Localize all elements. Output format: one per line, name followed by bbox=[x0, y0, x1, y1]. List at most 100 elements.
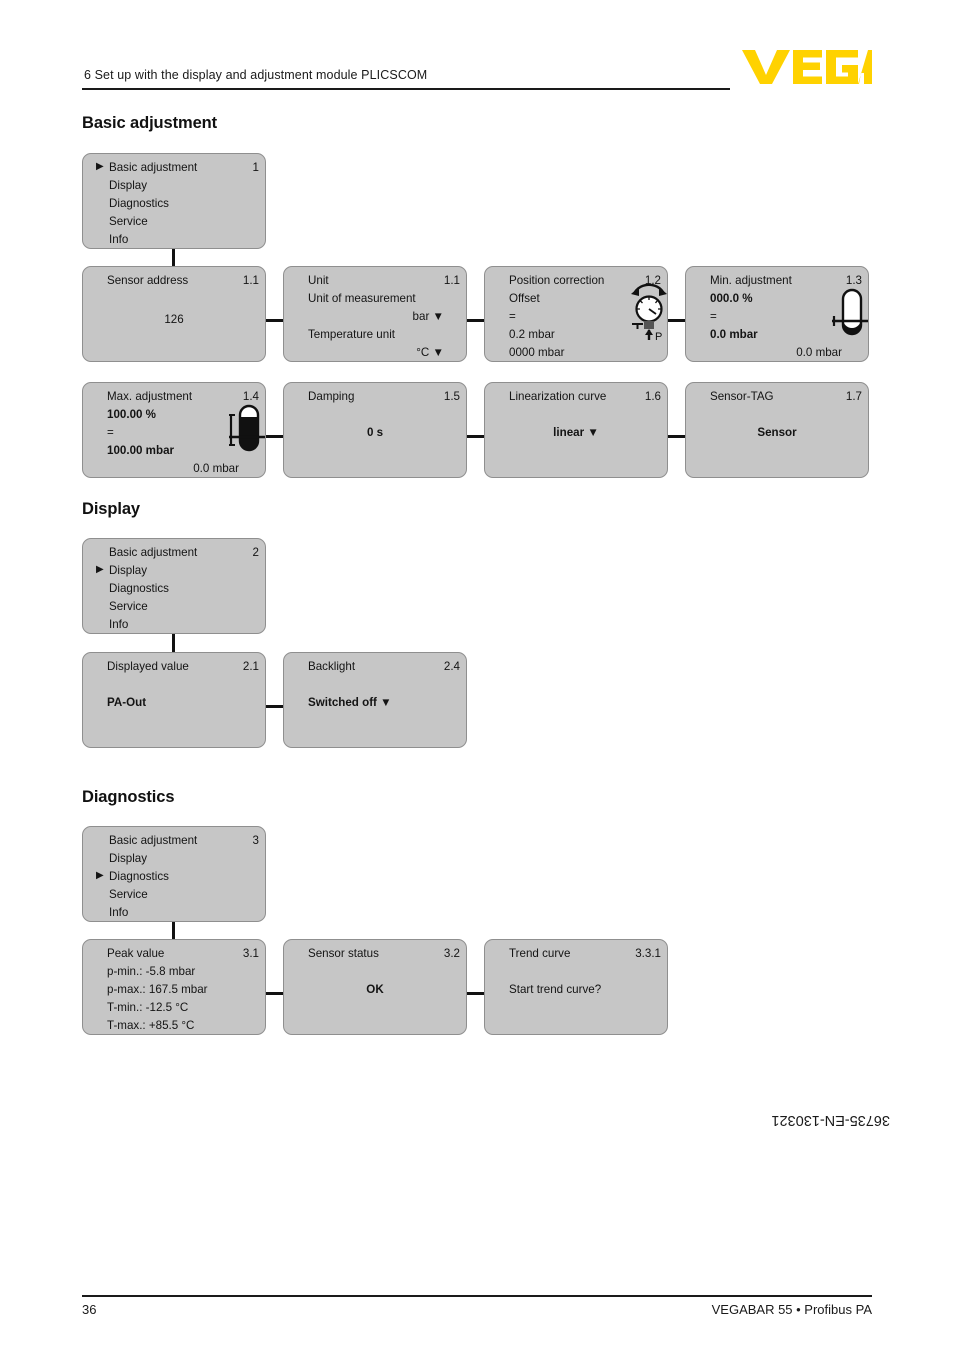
vega-logo bbox=[742, 50, 872, 84]
menu-number: 1 bbox=[252, 161, 259, 174]
box-line-pressure: 100.00 mbar bbox=[107, 444, 175, 457]
flow-box-position-correction[interactable]: 1.2 Position correction Offset = 0.2 mba… bbox=[484, 266, 668, 362]
box-number: 2.1 bbox=[242, 660, 259, 673]
menu-box-diagnostics[interactable]: 3 ▶ Basic adjustment Display Diagnostics… bbox=[82, 826, 266, 922]
connector-horizontal bbox=[266, 705, 283, 708]
connector-horizontal bbox=[668, 319, 685, 322]
box-title: Damping bbox=[308, 390, 355, 403]
box-line-offset-value: 0.2 mbar bbox=[509, 328, 555, 341]
menu-item-basic-adjustment[interactable]: Basic adjustment bbox=[109, 547, 197, 559]
box-value: 126 bbox=[164, 313, 184, 326]
menu-selection-arrow-icon: ▶ bbox=[96, 564, 104, 575]
box-number: 1.1 bbox=[443, 274, 460, 287]
connector-horizontal bbox=[467, 992, 484, 995]
menu-item-diagnostics[interactable]: Diagnostics bbox=[109, 871, 169, 883]
flow-box-linearization-curve[interactable]: 1.6 Linearization curve linear ▼ bbox=[484, 382, 668, 478]
section-title-display: Display bbox=[82, 500, 140, 518]
page-number: 36 bbox=[82, 1302, 97, 1317]
footer-rule bbox=[82, 1295, 872, 1297]
flow-box-sensor-status[interactable]: 3.2 Sensor status OK bbox=[283, 939, 467, 1035]
flow-box-sensor-tag[interactable]: 1.7 Sensor-TAG Sensor bbox=[685, 382, 869, 478]
page-header-chapter: 6 Set up with the display and adjustment… bbox=[84, 68, 428, 82]
box-line-equals: = bbox=[107, 426, 114, 439]
menu-item-info[interactable]: Info bbox=[109, 619, 128, 631]
flow-box-max-adjustment[interactable]: 1.4 Max. adjustment 100.00 % = 100.00 mb… bbox=[82, 382, 266, 478]
flow-box-backlight[interactable]: 2.4 Backlight Switched off ▼ bbox=[283, 652, 467, 748]
box-title: Position correction bbox=[509, 274, 605, 287]
box-title: Backlight bbox=[308, 660, 356, 673]
box-number: 3.1 bbox=[242, 947, 259, 960]
box-title: Sensor status bbox=[308, 947, 379, 960]
box-line-t-max: T-max.: +85.5 °C bbox=[107, 1019, 195, 1032]
box-line-raw-value: 0000 mbar bbox=[509, 346, 565, 359]
box-number: 1.5 bbox=[443, 390, 460, 403]
connector-vertical bbox=[172, 634, 175, 652]
menu-item-basic-adjustment[interactable]: Basic adjustment bbox=[109, 162, 197, 174]
flow-box-sensor-address[interactable]: 1.1 Sensor address 126 bbox=[82, 266, 266, 362]
box-line-t-min: T-min.: -12.5 °C bbox=[107, 1001, 189, 1014]
svg-text:P: P bbox=[655, 331, 662, 343]
menu-item-service[interactable]: Service bbox=[109, 889, 148, 901]
box-line-equals: = bbox=[710, 310, 717, 323]
connector-horizontal bbox=[266, 992, 283, 995]
box-line-p-min: p-min.: -5.8 mbar bbox=[107, 965, 196, 978]
box-number: 1.1 bbox=[242, 274, 259, 287]
flow-box-damping[interactable]: 1.5 Damping 0 s bbox=[283, 382, 467, 478]
box-title: Max. adjustment bbox=[107, 390, 193, 403]
document-page: 6 Set up with the display and adjustment… bbox=[0, 0, 954, 1354]
menu-item-service[interactable]: Service bbox=[109, 601, 148, 613]
box-line-actual: 0.0 mbar bbox=[796, 346, 842, 359]
menu-item-display[interactable]: Display bbox=[109, 565, 147, 577]
box-value[interactable]: linear ▼ bbox=[485, 427, 667, 439]
menu-item-diagnostics[interactable]: Diagnostics bbox=[109, 583, 169, 595]
flow-box-min-adjustment[interactable]: 1.3 Min. adjustment 000.0 % = 0.0 mbar 0… bbox=[685, 266, 869, 362]
connector-horizontal bbox=[266, 319, 283, 322]
box-number: 1.7 bbox=[845, 390, 862, 403]
connector-vertical bbox=[172, 922, 175, 939]
flow-box-unit[interactable]: 1.1 Unit Unit of measurement bar ▼ Tempe… bbox=[283, 266, 467, 362]
box-line-temperature-unit-label: Temperature unit bbox=[308, 328, 395, 341]
flow-box-trend-curve[interactable]: 3.3.1 Trend curve Start trend curve? bbox=[484, 939, 668, 1035]
box-line-temperature-unit-value[interactable]: °C ▼ bbox=[416, 347, 444, 359]
box-line-percent: 100.00 % bbox=[107, 408, 156, 421]
box-title: Trend curve bbox=[509, 947, 571, 960]
connector-horizontal bbox=[668, 435, 685, 438]
section-title-basic-adjustment: Basic adjustment bbox=[82, 114, 218, 132]
box-line-actual: 0.0 mbar bbox=[193, 462, 239, 475]
menu-item-service[interactable]: Service bbox=[109, 216, 148, 228]
box-value: Sensor bbox=[757, 426, 797, 439]
menu-selection-arrow-icon: ▶ bbox=[96, 870, 104, 881]
box-value[interactable]: Switched off ▼ bbox=[308, 697, 392, 709]
header-rule bbox=[82, 88, 730, 90]
box-line-percent: 000.0 % bbox=[710, 292, 753, 305]
box-line-pressure: 0.0 mbar bbox=[710, 328, 758, 341]
pressure-gauge-icon: P bbox=[631, 283, 667, 343]
box-number: 3.3.1 bbox=[635, 947, 661, 960]
box-title: Sensor-TAG bbox=[710, 390, 774, 403]
box-title: Sensor address bbox=[107, 274, 189, 287]
menu-item-info[interactable]: Info bbox=[109, 234, 128, 246]
connector-horizontal bbox=[467, 435, 484, 438]
document-code-vertical: 36735-EN-130321 bbox=[771, 1112, 890, 1128]
box-title: Min. adjustment bbox=[710, 274, 792, 287]
menu-selection-arrow-icon: ▶ bbox=[96, 161, 104, 172]
flow-box-peak-value[interactable]: 3.1 Peak value p-min.: -5.8 mbar p-max.:… bbox=[82, 939, 266, 1035]
menu-box-basic-adjustment[interactable]: 1 ▶ Basic adjustment Display Diagnostics… bbox=[82, 153, 266, 249]
menu-item-info[interactable]: Info bbox=[109, 907, 128, 919]
box-line-equals: = bbox=[509, 310, 516, 323]
box-line-unit-value[interactable]: bar ▼ bbox=[413, 311, 444, 323]
flow-box-displayed-value[interactable]: 2.1 Displayed value PA-Out bbox=[82, 652, 266, 748]
menu-item-basic-adjustment[interactable]: Basic adjustment bbox=[109, 835, 197, 847]
box-title: Peak value bbox=[107, 947, 165, 960]
menu-box-display[interactable]: 2 ▶ Basic adjustment Display Diagnostics… bbox=[82, 538, 266, 634]
box-title: Linearization curve bbox=[509, 390, 607, 403]
box-number: 1.6 bbox=[644, 390, 661, 403]
box-value[interactable]: Start trend curve? bbox=[509, 984, 601, 996]
box-line-offset: Offset bbox=[509, 292, 540, 305]
menu-item-display[interactable]: Display bbox=[109, 180, 147, 192]
box-value: PA-Out bbox=[107, 696, 147, 709]
menu-item-diagnostics[interactable]: Diagnostics bbox=[109, 198, 169, 210]
menu-item-display[interactable]: Display bbox=[109, 853, 147, 865]
tank-low-level-icon bbox=[832, 288, 868, 336]
box-value: OK bbox=[366, 983, 384, 996]
